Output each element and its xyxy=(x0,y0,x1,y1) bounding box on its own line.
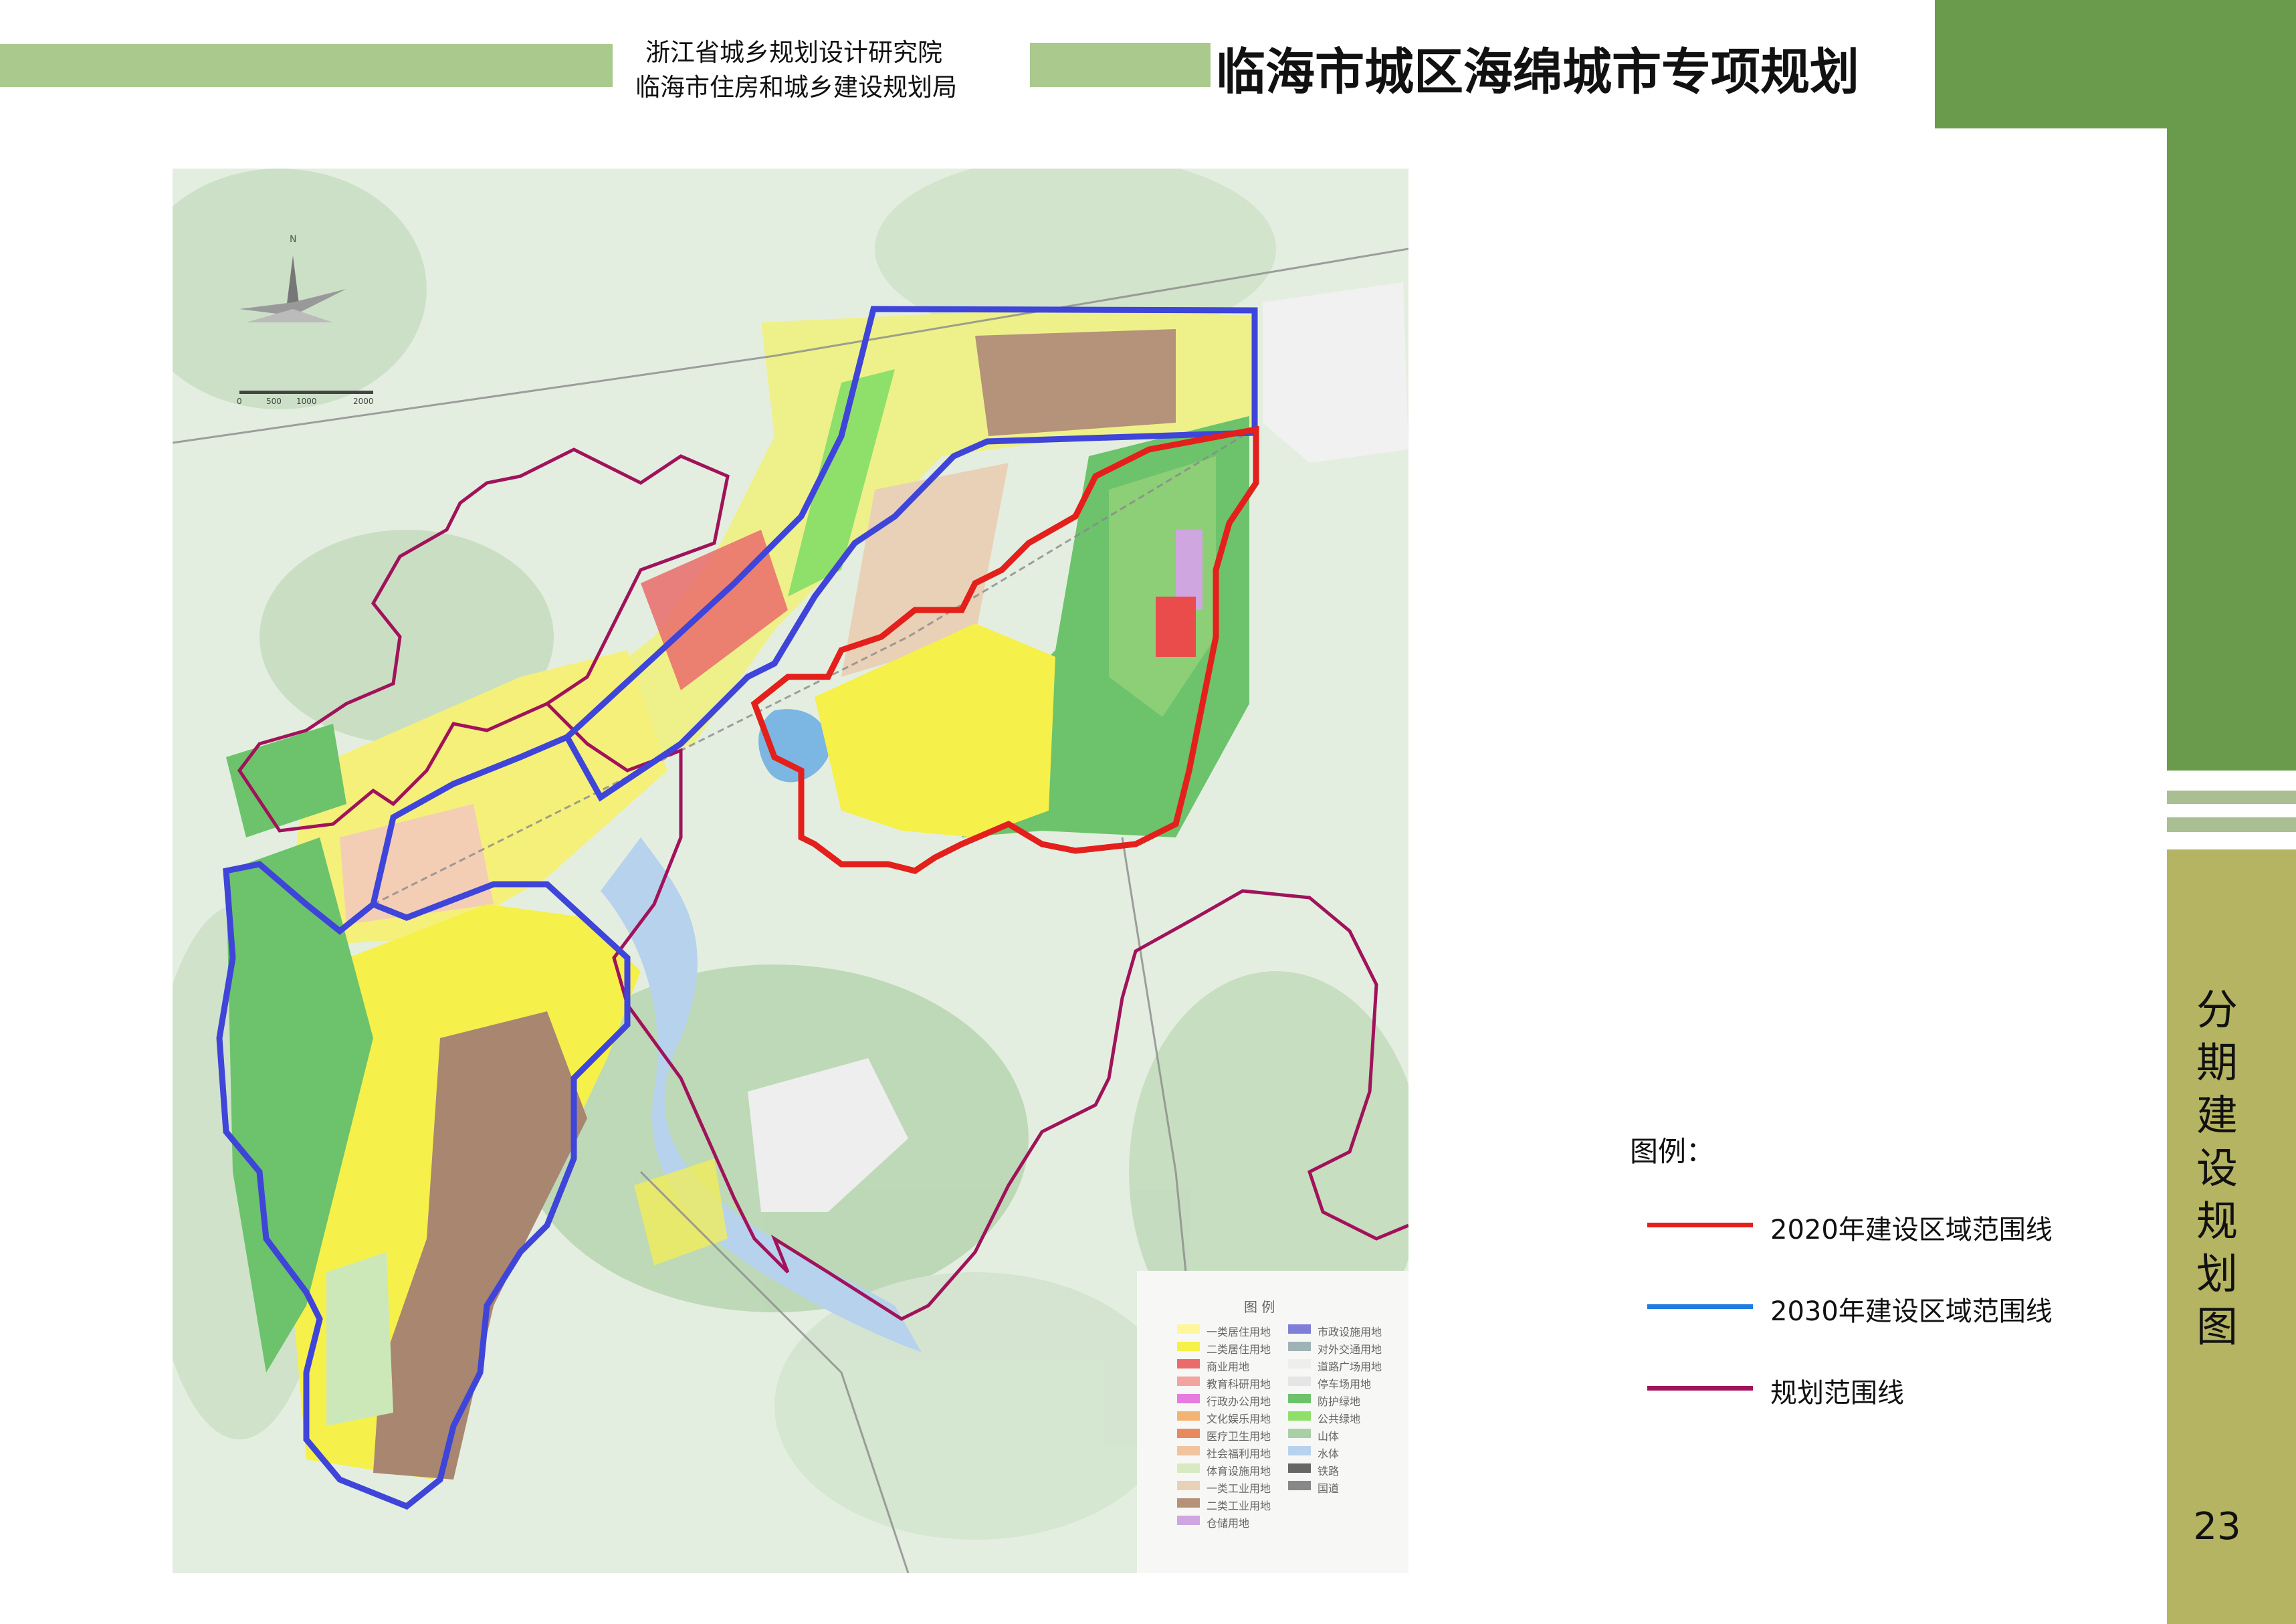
inset-legend-swatch xyxy=(1177,1516,1200,1525)
inset-legend-swatch xyxy=(1177,1411,1200,1421)
legend-label-2020: 2020年建设区域范围线 xyxy=(1770,1215,2053,1245)
legend-line-2030 xyxy=(1647,1304,1753,1309)
sidebar-title-char: 图 xyxy=(2196,1302,2238,1351)
inset-legend-swatch xyxy=(1177,1394,1200,1403)
inset-legend-label: 医疗卫生用地 xyxy=(1207,1430,1271,1443)
right-stripe-1 xyxy=(2167,791,2296,804)
legend-line-2020 xyxy=(1647,1223,1753,1227)
inset-legend-label: 山体 xyxy=(1318,1430,1340,1443)
inset-legend-swatch xyxy=(1288,1446,1311,1455)
inset-legend-swatch xyxy=(1288,1394,1311,1403)
header-bar-mid xyxy=(1030,43,1211,87)
zone-grey-town xyxy=(1263,282,1408,463)
inset-legend-label: 停车场用地 xyxy=(1318,1378,1372,1391)
scale-label: 0 xyxy=(237,397,242,406)
inset-legend-label: 一类居住用地 xyxy=(1207,1326,1271,1338)
right-stripe-2 xyxy=(2167,817,2296,832)
zone-south-lightgreen xyxy=(326,1252,393,1426)
inset-legend-swatch xyxy=(1288,1359,1311,1368)
inset-legend-swatch xyxy=(1288,1481,1311,1490)
scale-label: 2000 xyxy=(353,397,374,406)
inset-legend-swatch xyxy=(1177,1324,1200,1334)
right-green-column xyxy=(2167,128,2296,771)
inset-legend-label: 二类居住用地 xyxy=(1207,1343,1271,1356)
inset-legend-label: 公共绿地 xyxy=(1318,1413,1361,1425)
inset-legend-label: 道路广场用地 xyxy=(1318,1360,1382,1373)
header-bar-left xyxy=(0,44,613,87)
sidebar-title-char: 期 xyxy=(2196,1038,2238,1087)
scale-label: 500 xyxy=(266,397,282,406)
inset-legend-swatch xyxy=(1288,1324,1311,1334)
inset-legend-label: 行政办公用地 xyxy=(1207,1395,1271,1408)
org-line-2: 临海市住房和城乡建设规划局 xyxy=(635,73,957,102)
inset-legend-swatch xyxy=(1177,1481,1200,1490)
inset-legend-swatch xyxy=(1177,1498,1200,1508)
inset-legend-label: 市政设施用地 xyxy=(1318,1326,1382,1338)
inset-legend-swatch xyxy=(1177,1377,1200,1386)
inset-legend: 图 例 一类居住用地 二类居住用地 商业用地教育科研用地 行政办公用地 文化娱乐用地 医疗… xyxy=(1137,1271,1408,1573)
legend-label-planning: 规划范围线 xyxy=(1770,1378,1904,1409)
inset-legend-label: 一类工业用地 xyxy=(1207,1482,1271,1495)
page-title: 临海市城区海绵城市专项规划 xyxy=(1216,43,1859,101)
scale-bar-segment xyxy=(239,391,373,394)
inset-legend-title: 图 例 xyxy=(1244,1299,1275,1315)
inset-legend-label: 防护绿地 xyxy=(1318,1395,1361,1408)
sidebar-title-char: 规 xyxy=(2196,1197,2238,1245)
inset-legend-label: 社会福利用地 xyxy=(1207,1447,1271,1460)
sidebar-title: 分 期 建 设 规 划 图 xyxy=(2170,983,2264,1353)
inset-legend-label: 二类工业用地 xyxy=(1207,1500,1271,1512)
zone-industrial xyxy=(975,329,1176,436)
inset-legend-label: 水体 xyxy=(1318,1447,1340,1460)
inset-legend-swatch xyxy=(1288,1463,1311,1473)
page-number: 23 xyxy=(2193,1505,2241,1548)
inset-legend-label: 文化娱乐用地 xyxy=(1207,1413,1271,1425)
inset-legend-label: 铁路 xyxy=(1318,1465,1340,1478)
inset-legend-swatch xyxy=(1288,1411,1311,1421)
inset-legend-swatch xyxy=(1177,1446,1200,1455)
sidebar-title-char: 分 xyxy=(2196,985,2238,1034)
north-label: N xyxy=(290,234,296,245)
inset-legend-swatch xyxy=(1177,1359,1200,1368)
inset-legend-swatch xyxy=(1177,1429,1200,1438)
inset-legend-label: 教育科研用地 xyxy=(1207,1378,1271,1391)
org-line-1: 浙江省城乡规划设计研究院 xyxy=(645,38,942,67)
legend-title: 图例： xyxy=(1630,1135,1715,1168)
sidebar-title-char: 建 xyxy=(2196,1091,2238,1140)
inset-legend-label: 仓储用地 xyxy=(1207,1517,1250,1530)
inset-legend-label: 体育设施用地 xyxy=(1207,1465,1271,1478)
sidebar-title-char: 设 xyxy=(2196,1144,2238,1193)
legend-line-planning xyxy=(1647,1386,1753,1391)
sidebar-title-char: 划 xyxy=(2196,1249,2238,1298)
zone-red xyxy=(1156,597,1196,657)
inset-legend-label: 商业用地 xyxy=(1207,1360,1250,1373)
inset-legend-swatch xyxy=(1288,1342,1311,1351)
scale-label: 1000 xyxy=(296,397,317,406)
inset-legend-label: 国道 xyxy=(1318,1482,1340,1495)
inset-legend-swatch xyxy=(1288,1377,1311,1386)
inset-legend-swatch xyxy=(1177,1342,1200,1351)
inset-legend-swatch xyxy=(1177,1463,1200,1473)
inset-legend-label: 对外交通用地 xyxy=(1318,1343,1382,1356)
legend-label-2030: 2030年建设区域范围线 xyxy=(1770,1296,2053,1327)
inset-legend-swatch xyxy=(1288,1429,1311,1438)
top-right-green-block xyxy=(1935,0,2296,128)
